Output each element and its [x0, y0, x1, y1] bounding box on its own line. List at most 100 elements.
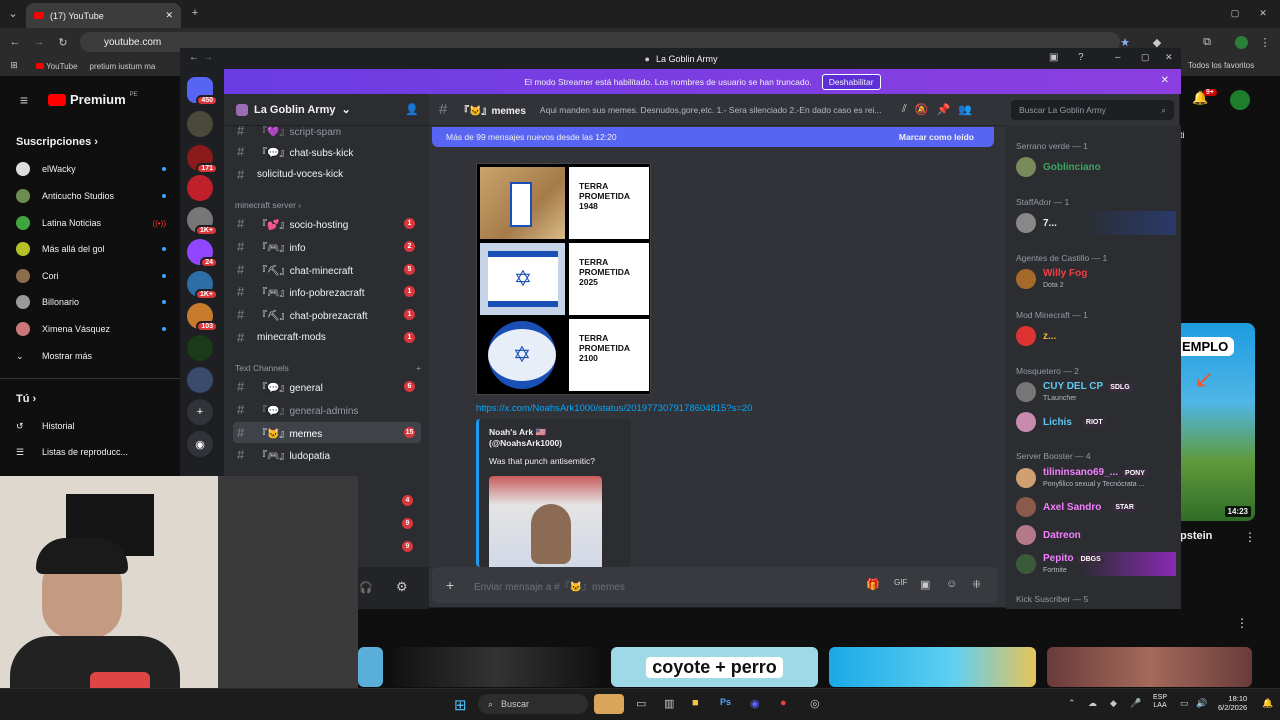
- add-member-icon[interactable]: 👤: [405, 103, 419, 116]
- account-avatar[interactable]: [1230, 90, 1250, 110]
- back-icon[interactable]: ←: [8, 35, 22, 49]
- video-thumbnail[interactable]: [829, 647, 1036, 687]
- network-icon[interactable]: ▭: [1180, 698, 1189, 709]
- sub-item[interactable]: Ximena Vásquez: [16, 318, 166, 340]
- volume-icon[interactable]: 🔊: [1196, 698, 1207, 709]
- microphone-icon[interactable]: 🎤: [1130, 698, 1141, 709]
- pinned-icon[interactable]: 📌: [937, 103, 951, 116]
- profile-avatar[interactable]: [1235, 36, 1248, 49]
- minimize-icon[interactable]: –: [1115, 52, 1121, 63]
- apps-grid-icon[interactable]: ⊞: [8, 59, 20, 71]
- app-icon[interactable]: ▥: [664, 697, 674, 710]
- channel-item[interactable]: # 『💬』chat-subs-kick: [233, 141, 421, 162]
- server-icon[interactable]: 1K+: [187, 271, 218, 300]
- headphones-icon[interactable]: 🎧: [359, 581, 373, 594]
- sub-item[interactable]: Latina Noticias ((•)): [16, 212, 166, 234]
- member-item[interactable]: tilininsano69_... PONY Ponyfilico sexual y…: [1016, 466, 1176, 490]
- back-icon[interactable]: ←: [189, 52, 199, 63]
- tray-icon[interactable]: ☁: [1088, 698, 1097, 709]
- add-server-icon[interactable]: +: [187, 399, 213, 425]
- embed-video-thumbnail[interactable]: [489, 476, 602, 572]
- subscriptions-heading[interactable]: Suscripciones ›: [16, 136, 98, 148]
- server-icon[interactable]: 24: [187, 239, 218, 268]
- new-messages-bar[interactable]: Más de 99 mensajes nuevos desde las 12:2…: [432, 127, 994, 147]
- tab-youtube[interactable]: (17) YouTube ✕: [26, 3, 181, 28]
- server-icon[interactable]: 171: [187, 145, 218, 174]
- member-item[interactable]: 7...: [1016, 211, 1176, 235]
- all-bookmarks[interactable]: Todos los favoritos: [1188, 61, 1254, 70]
- server-icon[interactable]: 1K+: [187, 207, 218, 236]
- notifications-muted-icon[interactable]: 🔕: [915, 103, 929, 116]
- members-icon[interactable]: 👥: [958, 103, 972, 116]
- video-thumbnail[interactable]: [1047, 647, 1252, 687]
- channel-item[interactable]: # solicitud-voces-kick: [233, 164, 421, 185]
- extension-icon[interactable]: ◆: [1150, 35, 1164, 49]
- task-view-icon[interactable]: ▭: [636, 697, 646, 710]
- chrome-icon[interactable]: ●: [780, 697, 787, 709]
- close-banner-icon[interactable]: ✕: [1161, 75, 1169, 86]
- maximize-icon[interactable]: ▢: [1141, 52, 1150, 63]
- mark-as-read-button[interactable]: Marcar como leído: [899, 132, 974, 142]
- bookmark-pretium[interactable]: pretium iustum ma: [90, 62, 156, 71]
- member-item[interactable]: Axel Sandro STAR: [1016, 495, 1176, 519]
- bookmark-star-icon[interactable]: ★: [1118, 35, 1132, 49]
- tray-icon[interactable]: ◆: [1110, 698, 1117, 709]
- sub-item[interactable]: elWacky: [16, 158, 166, 180]
- windows-start-icon[interactable]: ⊞: [454, 696, 467, 714]
- language-indicator[interactable]: ESP LAA: [1153, 694, 1167, 711]
- widget-icon[interactable]: [594, 694, 624, 714]
- channel-item[interactable]: # 『🎮』ludopatia: [233, 444, 421, 465]
- tray-expand-icon[interactable]: ⌃: [1068, 698, 1076, 709]
- video-thumbnail[interactable]: EMPLO ↙ 14:23: [1180, 323, 1255, 521]
- category-header[interactable]: Text Channels +: [235, 363, 421, 373]
- obs-icon[interactable]: ◎: [810, 697, 820, 710]
- clock[interactable]: 18:10 6/2/2026: [1218, 694, 1247, 713]
- threads-icon[interactable]: ⫽: [902, 103, 907, 116]
- help-icon[interactable]: ?: [1078, 52, 1084, 63]
- sub-item[interactable]: Más allá del gol: [16, 238, 166, 260]
- server-icon[interactable]: [187, 367, 213, 393]
- video-thumbnail[interactable]: [358, 647, 383, 687]
- close-icon[interactable]: ✕: [1165, 52, 1173, 63]
- youtube-premium-logo[interactable]: Premium PE: [48, 92, 138, 107]
- channel-item[interactable]: # 『💕』socio-hosting 1: [233, 213, 421, 234]
- emoji-icon[interactable]: ☺: [946, 578, 957, 590]
- close-window-icon[interactable]: ✕: [1256, 6, 1270, 20]
- sub-item[interactable]: Billonario: [16, 291, 166, 313]
- inbox-icon[interactable]: ▣: [1049, 52, 1058, 63]
- reload-icon[interactable]: ↻: [56, 35, 70, 49]
- new-tab-icon[interactable]: +: [188, 6, 202, 20]
- member-item[interactable]: Pepito DBGS Fortnite: [1016, 552, 1176, 576]
- more-options-icon[interactable]: ⋮: [1244, 530, 1256, 544]
- video-title[interactable]: pstein: [1180, 530, 1212, 542]
- photoshop-icon[interactable]: Ps: [720, 697, 731, 707]
- category-header[interactable]: minecraft server ›: [235, 200, 301, 210]
- forward-icon[interactable]: →: [32, 35, 46, 49]
- bookmark-youtube[interactable]: YouTube: [36, 62, 78, 71]
- show-more[interactable]: ⌄ Mostrar más: [16, 345, 166, 367]
- channel-item[interactable]: # 『⛏』chat-minecraft 5: [233, 259, 421, 280]
- channel-item[interactable]: # 『⛏』chat-pobrezacraft 1: [233, 304, 421, 325]
- server-icon[interactable]: [187, 175, 213, 201]
- video-thumbnail[interactable]: [393, 647, 600, 687]
- member-item[interactable]: CUY DEL CP SDLG TLauncher: [1016, 380, 1176, 404]
- server-icon[interactable]: [187, 335, 213, 361]
- taskbar-search[interactable]: ⌕ Buscar: [478, 694, 588, 714]
- file-explorer-icon[interactable]: ■: [692, 697, 699, 709]
- embed-author[interactable]: Noah's Ark 🇺🇸 (@NoahsArk1000): [489, 427, 621, 448]
- tab-list-icon[interactable]: ⌄: [6, 6, 20, 20]
- more-options-icon[interactable]: ⋮: [1236, 616, 1248, 630]
- notification-center-icon[interactable]: 🔔: [1262, 698, 1273, 709]
- history-item[interactable]: ↺ Historial: [16, 415, 166, 437]
- meme-image[interactable]: TERRA PROMETIDA 1948 ✡ TERRA PROMETIDA 2…: [476, 163, 651, 395]
- extensions-puzzle-icon[interactable]: ⧉: [1200, 35, 1214, 49]
- channel-item[interactable]: # 『💜』script-spam: [233, 120, 421, 141]
- chrome-menu-icon[interactable]: ⋮: [1258, 35, 1272, 49]
- channel-item[interactable]: # 『🎮』info-pobrezacraft 1: [233, 281, 421, 302]
- channel-item-active[interactable]: # 『🐱』memes 15: [233, 422, 421, 443]
- gif-icon[interactable]: GIF: [894, 578, 907, 587]
- video-thumbnail[interactable]: coyote + perro: [611, 647, 818, 687]
- server-icon[interactable]: [187, 111, 213, 137]
- message-link[interactable]: https://x.com/NoahsArk1000/status/201977…: [476, 403, 753, 414]
- channel-item[interactable]: # 『💬』general 6: [233, 376, 421, 397]
